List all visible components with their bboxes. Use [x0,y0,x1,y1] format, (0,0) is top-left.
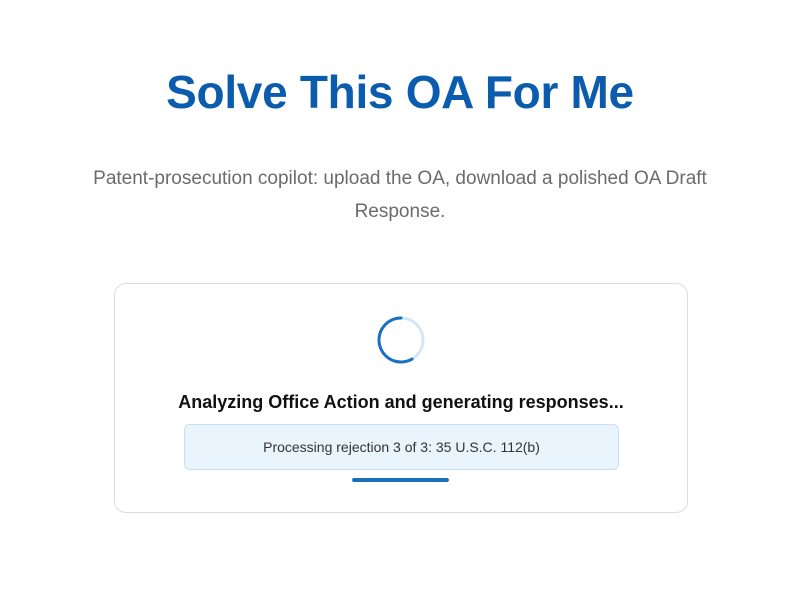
progress-bar [352,478,449,482]
processing-detail-box: Processing rejection 3 of 3: 35 U.S.C. 1… [184,424,619,470]
progress-bar-fill [352,478,449,482]
processing-detail-text: Processing rejection 3 of 3: 35 U.S.C. 1… [263,439,540,455]
processing-status-text: Analyzing Office Action and generating r… [178,392,624,412]
page-title: Solve This OA For Me [166,66,634,118]
page-subtitle: Patent-prosecution copilot: upload the O… [93,168,707,222]
processing-card: Analyzing Office Action and generating r… [114,283,688,513]
loading-spinner-icon [377,316,425,364]
